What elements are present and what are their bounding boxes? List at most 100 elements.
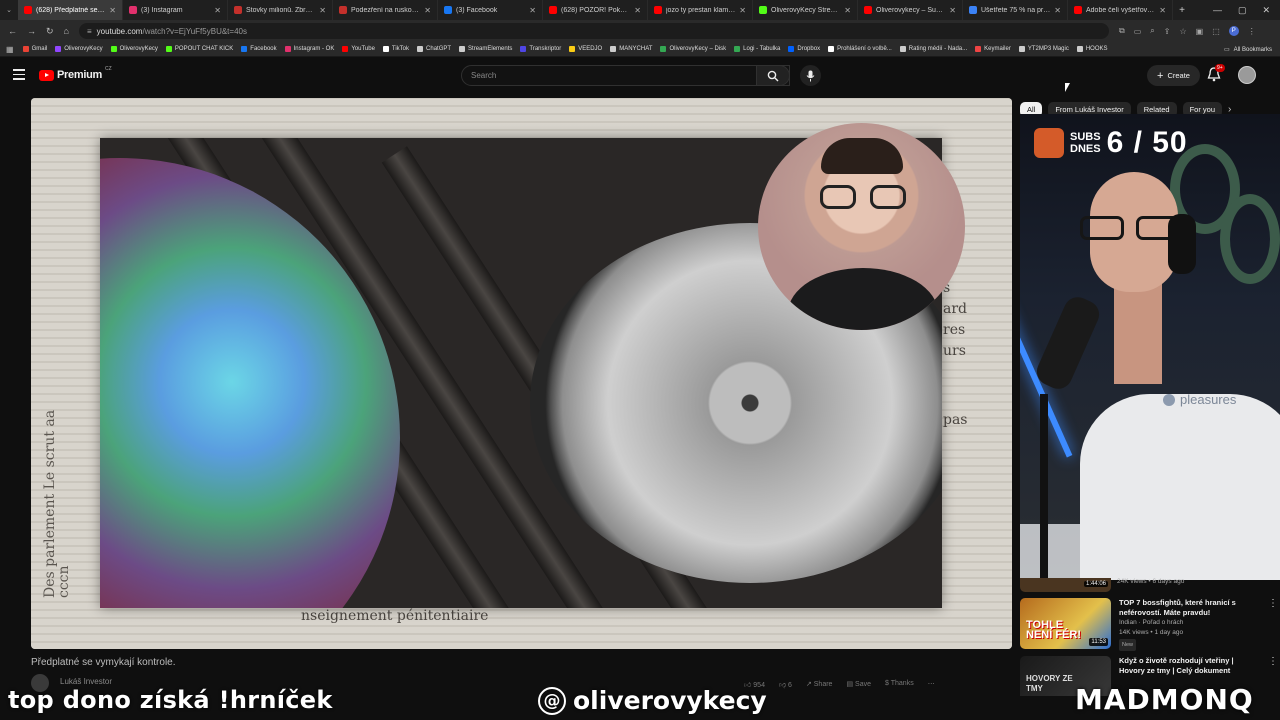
close-window-icon[interactable]: ✕ bbox=[1262, 5, 1270, 16]
extension-icon[interactable]: ▣ bbox=[1196, 27, 1204, 36]
bookmark-item[interactable]: Logi - Tabulka bbox=[734, 46, 780, 52]
bookmark-label: OliverovyKecy bbox=[119, 46, 158, 52]
browser-tab[interactable]: (3) Instagram ✕ bbox=[123, 0, 228, 20]
translate-icon[interactable]: ⧉ bbox=[1119, 26, 1125, 36]
create-button[interactable]: + Create bbox=[1147, 65, 1200, 86]
bookmark-item[interactable]: OliverovyKecy – Disk bbox=[660, 46, 726, 52]
bookmark-favicon-icon bbox=[110, 46, 117, 52]
more-actions-icon[interactable]: ⋯ bbox=[928, 680, 935, 689]
tab-close-icon[interactable]: ✕ bbox=[634, 6, 641, 15]
new-tab-button[interactable]: + bbox=[1173, 5, 1191, 16]
bookmark-item[interactable]: ChatGPT bbox=[417, 46, 451, 52]
bookmark-item[interactable]: MANYCHAT bbox=[610, 46, 652, 52]
browser-tab[interactable]: jozo ty prestan klamat d ✕ bbox=[648, 0, 753, 20]
all-bookmarks[interactable]: ▭ All Bookmarks bbox=[1224, 42, 1272, 57]
bookmark-item[interactable]: Facebook bbox=[241, 46, 277, 52]
zoom-icon[interactable]: ⌕ bbox=[1150, 26, 1154, 36]
browser-tab[interactable]: Adobe čelí vyšetřování ✕ bbox=[1068, 0, 1173, 20]
bookmark-label: OliverovyKecy bbox=[64, 46, 103, 52]
bookmark-item[interactable]: Dropbox bbox=[788, 46, 820, 52]
tab-close-icon[interactable]: ✕ bbox=[319, 6, 326, 15]
extensions-puzzle-icon[interactable]: ⬚ bbox=[1212, 27, 1220, 36]
action-button[interactable]: 👎︎ 6 bbox=[779, 680, 792, 689]
bookmark-item[interactable]: VEEDJO bbox=[569, 46, 602, 52]
tab-close-icon[interactable]: ✕ bbox=[949, 6, 956, 15]
notifications-button[interactable]: 9+ bbox=[1207, 64, 1225, 83]
tab-title: Adobe čelí vyšetřování bbox=[1086, 6, 1156, 14]
more-options-icon[interactable]: ⋮ bbox=[1268, 598, 1278, 651]
site-info-icon[interactable]: ≡ bbox=[87, 27, 92, 36]
youtube-premium-logo[interactable]: Premium CZ bbox=[39, 66, 112, 81]
channel-name[interactable]: Lukáš Investor bbox=[60, 677, 112, 686]
hamburger-menu-icon[interactable] bbox=[13, 69, 25, 83]
home-icon[interactable]: ⌂ bbox=[64, 26, 69, 36]
browser-tab[interactable]: Stovky milionů. Zbrojovk ✕ bbox=[228, 0, 333, 20]
reload-icon[interactable]: ↻ bbox=[46, 26, 54, 37]
bookmark-item[interactable]: TikTok bbox=[382, 46, 409, 52]
bookmark-item[interactable]: YT2MP3 Magic bbox=[1018, 46, 1069, 52]
bookmark-item[interactable]: Rating médií - Nada... bbox=[899, 46, 967, 52]
tab-close-icon[interactable]: ✕ bbox=[109, 6, 116, 15]
bookmark-label: YT2MP3 Magic bbox=[1027, 46, 1069, 52]
bookmark-item[interactable]: Gmail bbox=[22, 46, 47, 52]
tab-close-icon[interactable]: ✕ bbox=[214, 6, 221, 15]
browser-tab[interactable]: OliverovyKecy Stream - V✕ bbox=[753, 0, 858, 20]
recommendation-partial[interactable]: 1:44:06 24K views • 6 days ago bbox=[1020, 578, 1278, 592]
bookmark-label: YouTube bbox=[351, 46, 375, 52]
browser-menu-icon[interactable]: ⋮ bbox=[1248, 27, 1256, 36]
bookmark-item[interactable]: Prohlášení o volbě... bbox=[828, 46, 892, 52]
search-button[interactable] bbox=[756, 65, 790, 86]
tab-close-icon[interactable]: ✕ bbox=[1054, 6, 1061, 15]
back-icon[interactable]: ← bbox=[8, 26, 17, 36]
action-button[interactable]: ↗ Share bbox=[806, 680, 833, 689]
browser-tab[interactable]: Podezření na ruskou stop ✕ bbox=[333, 0, 438, 20]
bookmark-favicon-icon bbox=[975, 46, 982, 52]
tab-close-icon[interactable]: ✕ bbox=[739, 6, 746, 15]
tab-close-icon[interactable]: ✕ bbox=[529, 6, 536, 15]
tab-title: (3) Instagram bbox=[141, 6, 183, 14]
address-bar[interactable]: ≡ youtube.com/watch?v=EjYuFf5yBU&t=40s bbox=[78, 23, 1109, 39]
browser-tab[interactable]: (628) Předplatné se vy ✕ bbox=[18, 0, 123, 20]
bookmark-item[interactable]: Transkriptor bbox=[520, 46, 561, 52]
browser-tab[interactable]: (628) POZOR! Pokusili se✕ bbox=[543, 0, 648, 20]
browser-tab[interactable]: (3) Facebook ✕ bbox=[438, 0, 543, 20]
bookmark-item[interactable]: Instagram - OK bbox=[284, 46, 334, 52]
bookmark-item[interactable]: Keymailer bbox=[975, 46, 1011, 52]
bookmark-item[interactable]: YouTube bbox=[342, 46, 375, 52]
tab-favicon-icon bbox=[234, 6, 242, 14]
cast-icon[interactable]: ▭ bbox=[1134, 27, 1142, 36]
share-page-icon[interactable]: ⇪ bbox=[1164, 27, 1171, 36]
tab-close-icon[interactable]: ✕ bbox=[1159, 6, 1166, 15]
recommendation-item[interactable]: TOHLE NENÍ FÉR! 11:53 TOP 7 bossfightů, … bbox=[1020, 598, 1278, 651]
search-input[interactable]: Search bbox=[461, 65, 790, 86]
tab-close-icon[interactable]: ✕ bbox=[844, 6, 851, 15]
bookmark-item[interactable]: StreamElements bbox=[459, 46, 512, 52]
action-button[interactable]: ▤ Save bbox=[846, 680, 871, 689]
bookmark-item[interactable]: POPOUT CHAT KICK bbox=[165, 46, 233, 52]
rec-thumbnail: TOHLE NENÍ FÉR! 11:53 bbox=[1020, 598, 1111, 649]
action-button[interactable]: $ Thanks bbox=[885, 680, 914, 689]
video-title: Předplatné se vymykají kontrole. bbox=[31, 657, 176, 668]
voice-search-button[interactable] bbox=[800, 65, 821, 86]
browser-tab[interactable]: Oliverovykecy – Support ✕ bbox=[858, 0, 963, 20]
tab-close-icon[interactable]: ✕ bbox=[424, 6, 431, 15]
bookmark-item[interactable]: OliverovyKecy bbox=[55, 46, 103, 52]
mic-stand bbox=[1040, 394, 1048, 580]
forward-icon[interactable]: → bbox=[27, 26, 36, 36]
bookmark-label: Logi - Tabulka bbox=[743, 46, 781, 52]
bookmark-star-icon[interactable]: ☆ bbox=[1179, 27, 1186, 36]
bookmark-item[interactable]: HOOKS bbox=[1076, 46, 1108, 52]
browser-tab[interactable]: Ušetřete 75 % na produk ✕ bbox=[963, 0, 1068, 20]
profile-avatar[interactable]: P bbox=[1228, 26, 1239, 36]
tab-search-icon[interactable]: ⌄ bbox=[0, 0, 18, 20]
bookmark-item[interactable]: OliverovyKecy bbox=[110, 46, 158, 52]
streamer-shirt bbox=[1080, 394, 1280, 580]
minimize-icon[interactable]: — bbox=[1213, 5, 1222, 15]
tab-favicon-icon bbox=[339, 6, 347, 14]
maximize-icon[interactable]: ▢ bbox=[1238, 5, 1247, 16]
apps-grid-icon[interactable]: ▦ bbox=[6, 45, 14, 54]
tab-title: (628) POZOR! Pokusili se bbox=[561, 6, 631, 14]
video-player[interactable]: Des parlement Le scrut aa cccn nseigneme… bbox=[31, 98, 1012, 649]
more-options-icon[interactable]: ⋮ bbox=[1268, 656, 1278, 696]
account-avatar[interactable] bbox=[1238, 66, 1256, 84]
